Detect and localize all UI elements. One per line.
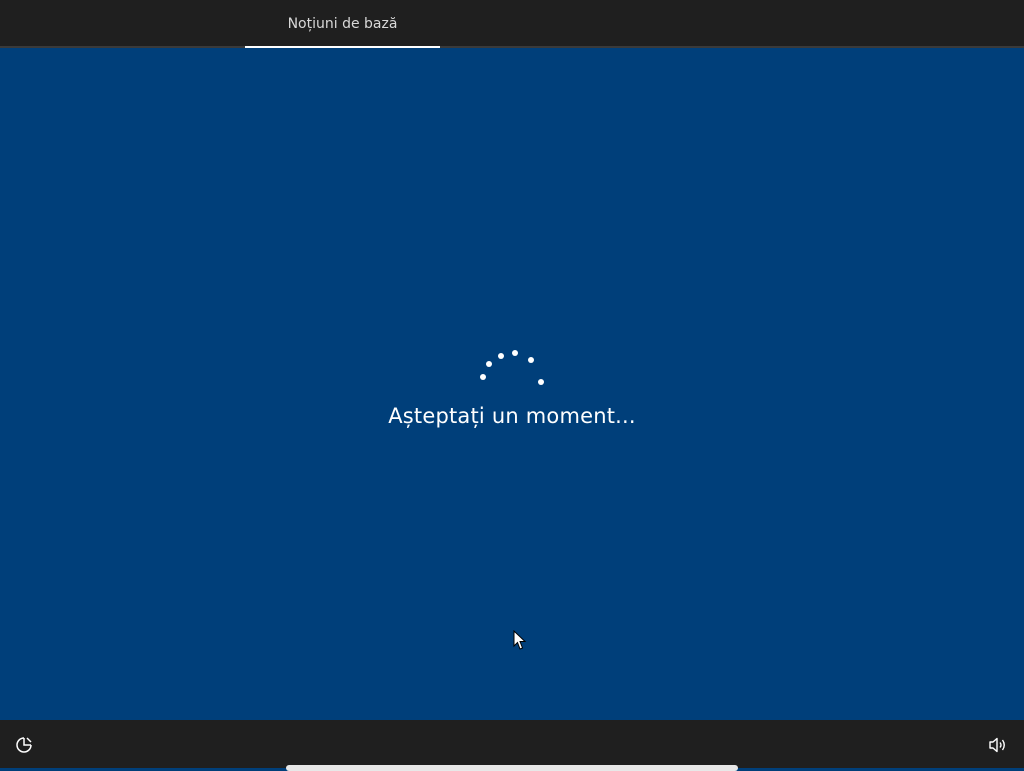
tab-basics[interactable]: Noțiuni de bază xyxy=(245,0,440,48)
bottom-indicator xyxy=(286,765,738,771)
tab-label: Noțiuni de bază xyxy=(287,16,398,32)
ease-of-access-icon[interactable] xyxy=(14,735,34,755)
status-message: Așteptați un moment... xyxy=(388,404,636,428)
volume-icon[interactable] xyxy=(988,735,1008,755)
mouse-pointer-icon xyxy=(513,630,527,650)
main-panel: Așteptați un moment... xyxy=(0,48,1024,720)
loading-spinner-icon xyxy=(480,350,544,385)
top-bar: Noțiuni de bază xyxy=(0,0,1024,48)
bottom-bar xyxy=(0,720,1024,768)
